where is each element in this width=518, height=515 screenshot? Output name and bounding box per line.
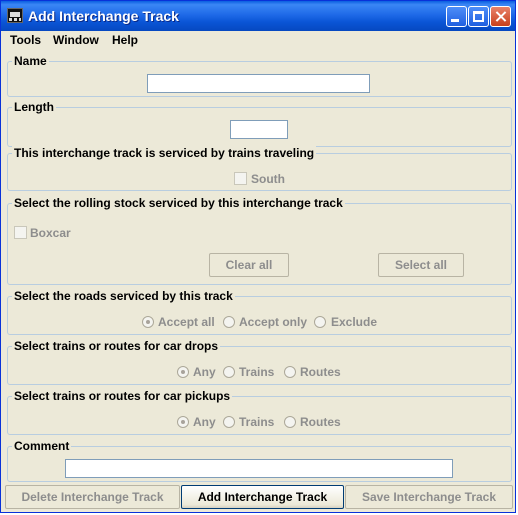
- pickups-trains-label: Trains: [239, 415, 275, 429]
- comment-input[interactable]: [65, 459, 453, 478]
- title-bar[interactable]: Add Interchange Track: [1, 1, 515, 31]
- car-drops-panel: Select trains or routes for car drops An…: [7, 339, 512, 385]
- rolling-stock-panel-title: Select the rolling stock serviced by thi…: [12, 196, 345, 210]
- pickups-routes-label: Routes: [300, 415, 341, 429]
- clear-all-button[interactable]: Clear all: [209, 253, 289, 277]
- delete-interchange-track-button[interactable]: Delete Interchange Track: [5, 485, 180, 509]
- roads-panel-title: Select the roads serviced by this track: [12, 289, 235, 303]
- save-interchange-track-button[interactable]: Save Interchange Track: [345, 485, 513, 509]
- length-panel-title: Length: [12, 100, 56, 114]
- comment-panel: Comment: [7, 439, 512, 482]
- accept-only-radio[interactable]: [223, 316, 235, 328]
- menu-tools[interactable]: Tools: [10, 33, 41, 47]
- name-input[interactable]: [147, 74, 370, 93]
- drops-any-label: Any: [193, 365, 216, 379]
- length-panel: Length: [7, 100, 512, 147]
- accept-all-label: Accept all: [158, 315, 215, 329]
- minimize-button[interactable]: [446, 6, 467, 27]
- comment-panel-title: Comment: [12, 439, 72, 453]
- add-interchange-track-window: Add Interchange Track Tools Window Help …: [0, 0, 516, 513]
- drops-trains-label: Trains: [239, 365, 275, 379]
- exclude-radio[interactable]: [314, 316, 326, 328]
- length-input[interactable]: [230, 120, 288, 139]
- car-drops-panel-title: Select trains or routes for car drops: [12, 339, 221, 353]
- roads-panel: Select the roads serviced by this track …: [7, 289, 512, 335]
- rolling-stock-panel: Select the rolling stock serviced by thi…: [7, 196, 512, 285]
- menu-help[interactable]: Help: [112, 33, 138, 47]
- name-panel-title: Name: [12, 54, 49, 68]
- car-pickups-panel-title: Select trains or routes for car pickups: [12, 389, 233, 403]
- accept-all-radio[interactable]: [142, 316, 154, 328]
- south-checkbox[interactable]: [234, 172, 247, 185]
- direction-panel-title: This interchange track is serviced by tr…: [12, 146, 317, 160]
- exclude-label: Exclude: [331, 315, 378, 329]
- menu-window[interactable]: Window: [53, 33, 99, 47]
- pickups-any-label: Any: [193, 415, 216, 429]
- train-app-icon: [7, 8, 23, 23]
- select-all-button[interactable]: Select all: [378, 253, 464, 277]
- south-label: South: [251, 172, 285, 186]
- pickups-any-radio[interactable]: [177, 416, 189, 428]
- window-title: Add Interchange Track: [28, 8, 179, 24]
- maximize-button[interactable]: [468, 6, 489, 27]
- boxcar-checkbox[interactable]: [14, 226, 27, 239]
- pickups-trains-radio[interactable]: [223, 416, 235, 428]
- close-button[interactable]: [490, 6, 511, 27]
- accept-only-label: Accept only: [239, 315, 308, 329]
- drops-any-radio[interactable]: [177, 366, 189, 378]
- pickups-routes-radio[interactable]: [284, 416, 296, 428]
- direction-panel: This interchange track is serviced by tr…: [7, 146, 512, 191]
- name-panel: Name: [7, 54, 512, 97]
- drops-routes-label: Routes: [300, 365, 341, 379]
- menu-bar: Tools Window Help: [1, 31, 515, 50]
- drops-routes-radio[interactable]: [284, 366, 296, 378]
- add-interchange-track-button[interactable]: Add Interchange Track: [181, 485, 344, 509]
- boxcar-label: Boxcar: [30, 226, 71, 240]
- car-pickups-panel: Select trains or routes for car pickups …: [7, 389, 512, 435]
- drops-trains-radio[interactable]: [223, 366, 235, 378]
